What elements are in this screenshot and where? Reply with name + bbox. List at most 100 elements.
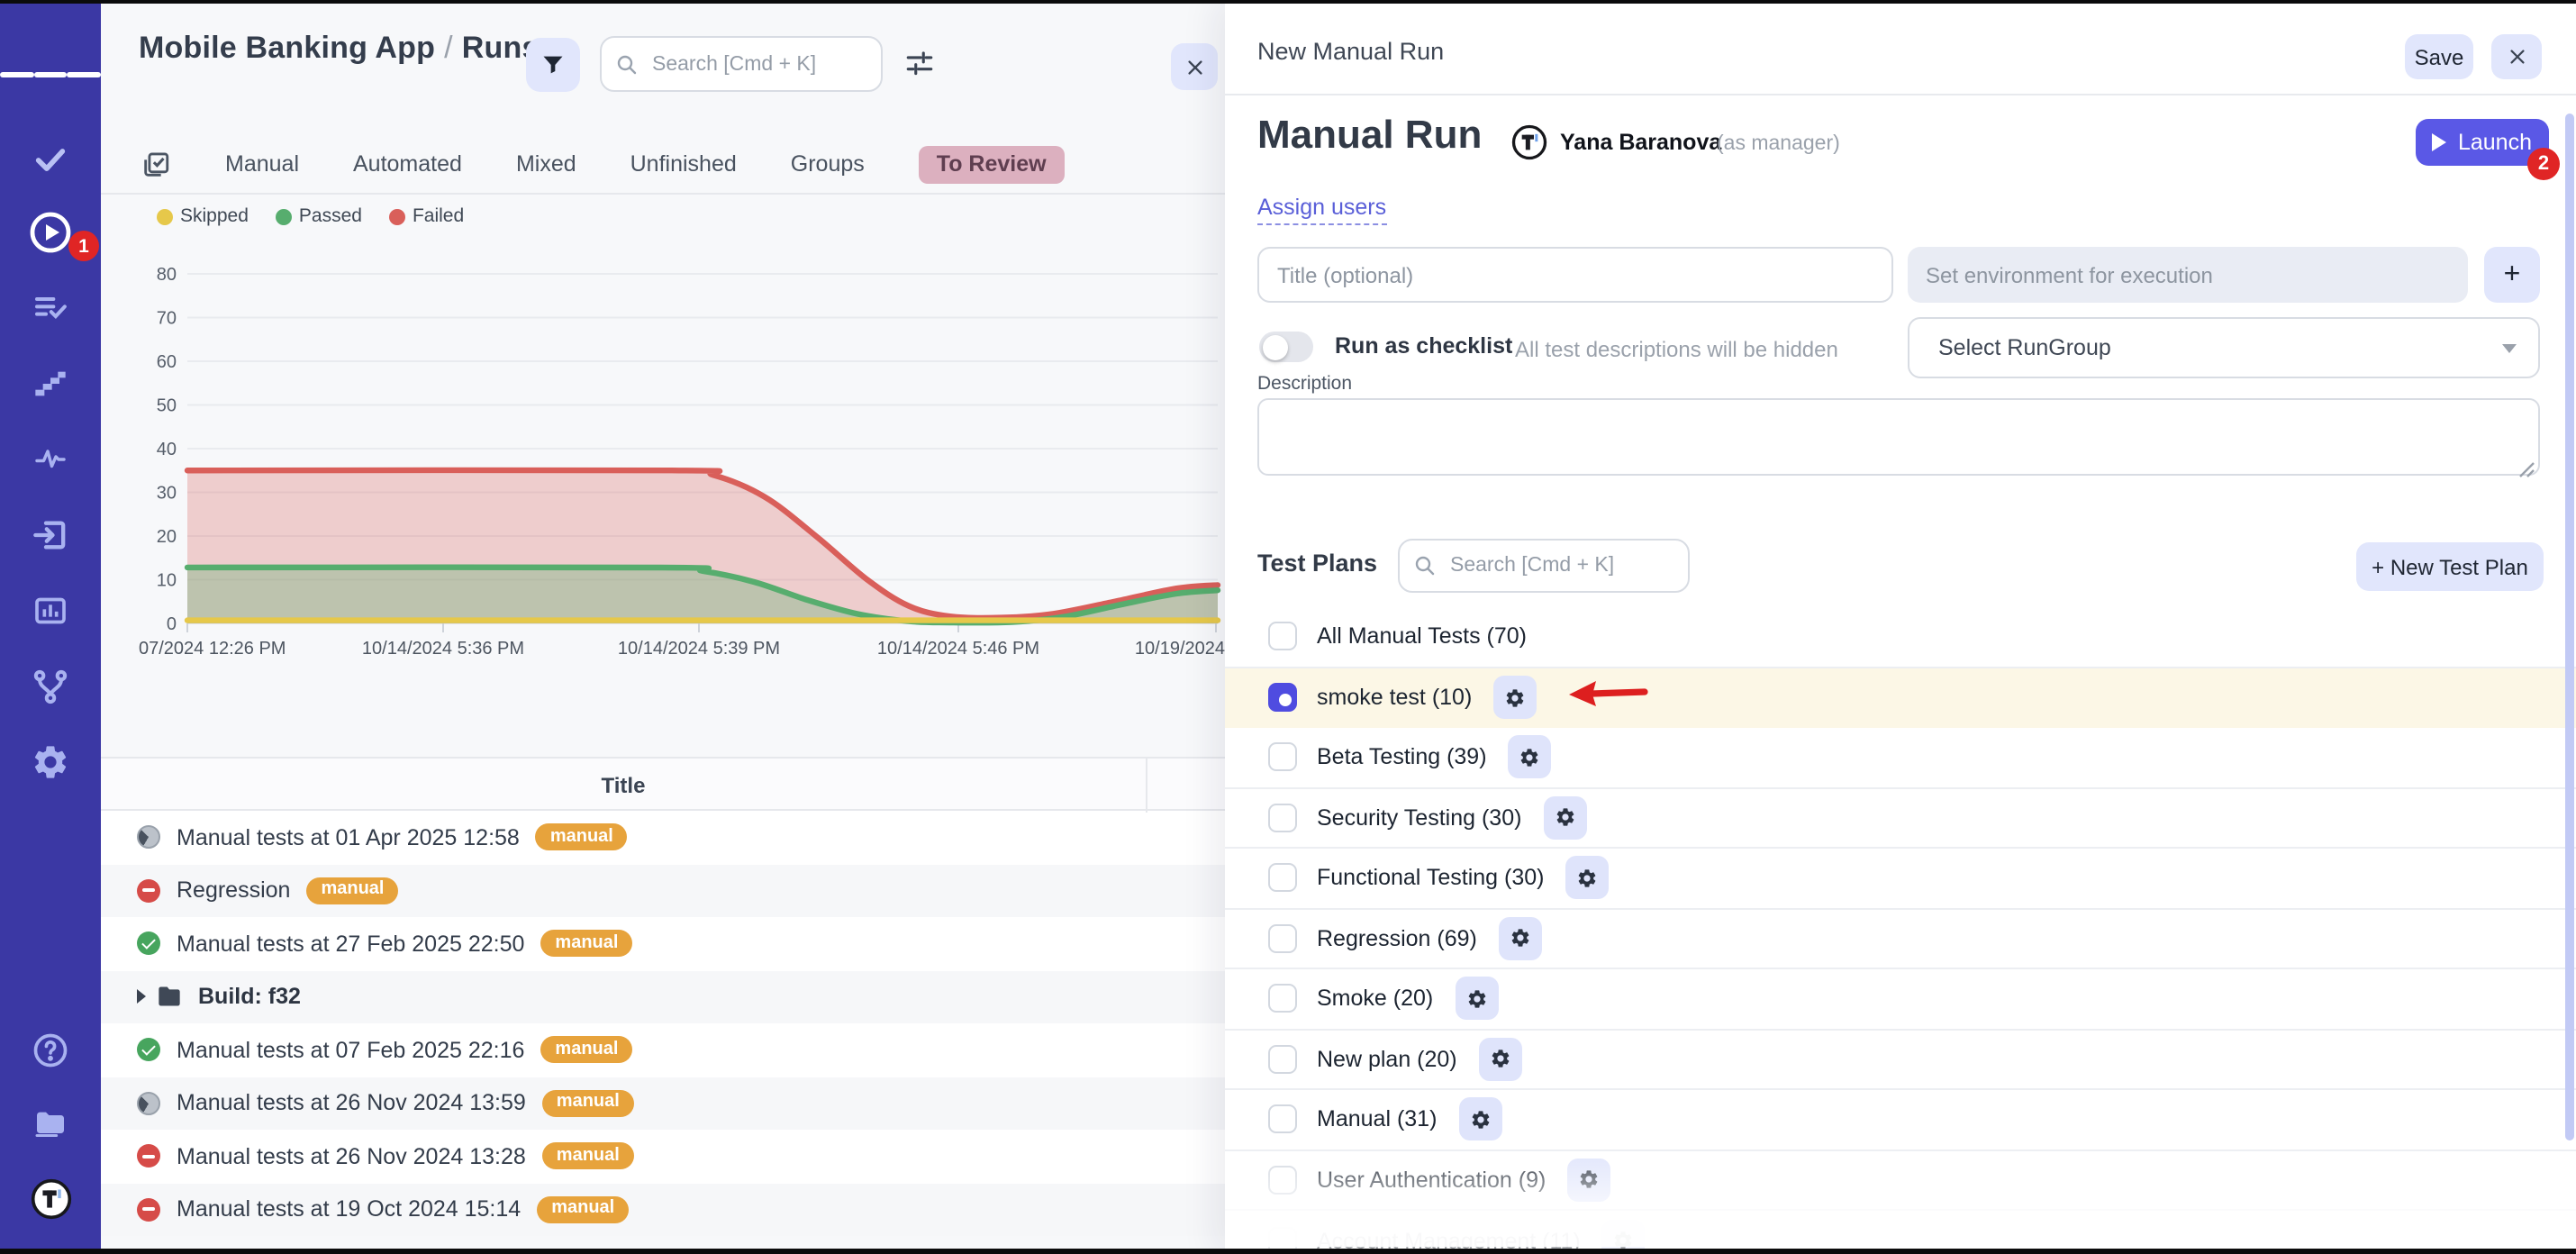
drawer-scrollbar[interactable] — [2565, 114, 2574, 1140]
filter-button[interactable] — [526, 38, 580, 92]
test-plan-settings-button[interactable] — [1455, 977, 1498, 1021]
svg-text:40: 40 — [157, 440, 177, 459]
sidebar-item-tests-check-icon[interactable] — [0, 130, 101, 191]
test-plan-settings-button[interactable] — [1499, 917, 1542, 960]
tab-automated[interactable]: Automated — [353, 151, 462, 177]
manager-name[interactable]: Yana Baranova — [1560, 130, 1721, 155]
rungroup-select[interactable]: Select RunGroup — [1908, 317, 2540, 378]
test-plan-settings-button[interactable] — [1509, 736, 1552, 779]
chart-legend: SkippedPassedFailed — [157, 205, 464, 227]
svg-text:07/2024 12:26 PM: 07/2024 12:26 PM — [139, 639, 286, 659]
test-plan-checkbox[interactable] — [1268, 684, 1297, 713]
run-title: Manual tests at 26 Nov 2024 13:28 — [177, 1144, 526, 1169]
table-row[interactable]: Regressionmanual — [101, 864, 1225, 917]
test-plan-settings-button[interactable] — [1543, 796, 1586, 840]
test-plan-checkbox[interactable] — [1268, 804, 1297, 832]
test-plans-search-input[interactable] — [1447, 553, 1673, 578]
sidebar-item-milestones-steps-icon[interactable] — [0, 353, 101, 414]
tab-manual[interactable]: Manual — [225, 151, 299, 177]
close-drawer-button[interactable] — [2491, 34, 2542, 79]
test-plan-settings-button[interactable] — [1479, 1038, 1522, 1081]
test-plan-checkbox[interactable] — [1268, 1166, 1297, 1195]
test-plan-row[interactable]: Smoke (20) — [1225, 969, 2576, 1030]
sidebar-item-branch-merge-icon[interactable] — [0, 656, 101, 717]
sidebar-item-settings-gear-icon[interactable] — [0, 732, 101, 793]
breadcrumb-project[interactable]: Mobile Banking App — [139, 31, 435, 65]
sidebar — [0, 0, 101, 1254]
test-plan-label: All Manual Tests (70) — [1317, 624, 1527, 650]
table-row[interactable]: Manual tests at 07 Feb 2025 22:16manual — [101, 1023, 1225, 1077]
test-plan-row[interactable]: New plan (20) — [1225, 1030, 2576, 1090]
new-test-plan-button[interactable]: + New Test Plan — [2356, 542, 2544, 591]
status-failed-icon — [137, 879, 160, 903]
svg-text:10/14/2024 5:39 PM: 10/14/2024 5:39 PM — [618, 639, 780, 659]
test-plan-row[interactable]: All Manual Tests (70) — [1225, 607, 2576, 668]
test-plan-settings-button[interactable] — [1565, 857, 1609, 900]
run-as-checklist-toggle[interactable] — [1259, 332, 1313, 362]
manager-avatar — [1511, 124, 1547, 160]
test-plan-checkbox[interactable] — [1268, 622, 1297, 651]
save-button[interactable]: Save — [2405, 34, 2473, 79]
runs-search[interactable] — [600, 36, 883, 92]
sidebar-item-import-icon[interactable] — [0, 504, 101, 566]
sidebar-item-menu-icon[interactable] — [0, 43, 101, 104]
run-type-badge: manual — [536, 824, 628, 851]
test-plans-list: All Manual Tests (70) smoke test (10)Beta… — [1225, 607, 2576, 1254]
sidebar-item-help-icon[interactable] — [0, 1020, 101, 1081]
svg-text:0: 0 — [167, 614, 177, 634]
search-input[interactable] — [649, 51, 866, 77]
test-plan-label: Manual (31) — [1317, 1107, 1437, 1132]
test-plan-row[interactable]: Regression (69) — [1225, 909, 2576, 969]
test-plan-checkbox[interactable] — [1268, 864, 1297, 893]
test-plan-checkbox[interactable] — [1268, 743, 1297, 772]
run-type-badge: manual — [537, 1196, 629, 1223]
legend-dot — [389, 208, 405, 224]
tab-to-review[interactable]: To Review — [919, 145, 1065, 183]
sidebar-item-pulse-activity-icon[interactable] — [0, 429, 101, 490]
test-plan-settings-button[interactable] — [1493, 677, 1537, 720]
sidebar-item-test-plans-list-icon[interactable] — [0, 277, 101, 339]
tab-unfinished[interactable]: Unfinished — [630, 151, 737, 177]
sidebar-item-projects-folder-icon[interactable] — [0, 1094, 101, 1155]
run-title-input[interactable] — [1257, 247, 1893, 303]
test-plan-settings-button[interactable] — [1567, 1159, 1610, 1202]
svg-text:10: 10 — [157, 571, 177, 591]
close-runs-panel-button[interactable] — [1171, 43, 1218, 90]
test-plan-settings-button[interactable] — [1458, 1098, 1501, 1141]
description-textarea[interactable] — [1257, 398, 2540, 476]
test-plan-checkbox[interactable] — [1268, 1045, 1297, 1074]
sidebar-item-analytics-chart-icon[interactable] — [0, 580, 101, 641]
filter-settings-icon[interactable] — [904, 49, 935, 88]
table-row[interactable]: Manual tests at 27 Feb 2025 22:50manual — [101, 917, 1225, 970]
legend-dot — [276, 208, 292, 224]
test-plans-search[interactable] — [1398, 539, 1690, 593]
table-row[interactable]: Build: f32 — [101, 970, 1225, 1023]
tab-mixed[interactable]: Mixed — [516, 151, 576, 177]
table-row[interactable]: Manual tests at 19 Oct 2024 15:14manual — [101, 1183, 1225, 1236]
test-plan-checkbox[interactable] — [1268, 1105, 1297, 1134]
bulk-select-icon[interactable] — [141, 149, 171, 179]
environment-input[interactable] — [1908, 247, 2468, 303]
test-plan-row[interactable]: smoke test (10) — [1225, 668, 2576, 728]
expand-caret-icon[interactable] — [137, 990, 146, 1004]
legend-dot — [157, 208, 173, 224]
close-icon — [2507, 47, 2526, 67]
test-plan-checkbox[interactable] — [1268, 924, 1297, 953]
test-plan-row[interactable]: Security Testing (30) — [1225, 788, 2576, 849]
test-plan-row[interactable]: User Authentication (9) — [1225, 1150, 2576, 1211]
table-row[interactable]: Manual tests at 26 Nov 2024 13:59manual — [101, 1077, 1225, 1130]
test-plan-row[interactable]: Functional Testing (30) — [1225, 849, 2576, 909]
test-plan-row[interactable]: Beta Testing (39) — [1225, 728, 2576, 788]
tab-groups[interactable]: Groups — [791, 151, 865, 177]
table-row[interactable]: Manual tests at 01 Apr 2025 12:58manual — [101, 811, 1225, 864]
column-header-title[interactable]: Title — [101, 759, 1146, 813]
table-row[interactable]: Manual tests at 26 Nov 2024 13:28manual — [101, 1130, 1225, 1183]
test-plan-row[interactable]: Manual (31) — [1225, 1090, 2576, 1150]
resize-handle-icon[interactable] — [2518, 454, 2535, 486]
legend-item-passed: Passed — [276, 205, 362, 227]
sidebar-item-testomat-logo[interactable] — [0, 1168, 101, 1229]
add-environment-button[interactable]: + — [2484, 247, 2540, 303]
assign-users-link[interactable]: Assign users — [1257, 195, 1386, 225]
search-icon — [1414, 555, 1436, 577]
test-plan-checkbox[interactable] — [1268, 985, 1297, 1013]
